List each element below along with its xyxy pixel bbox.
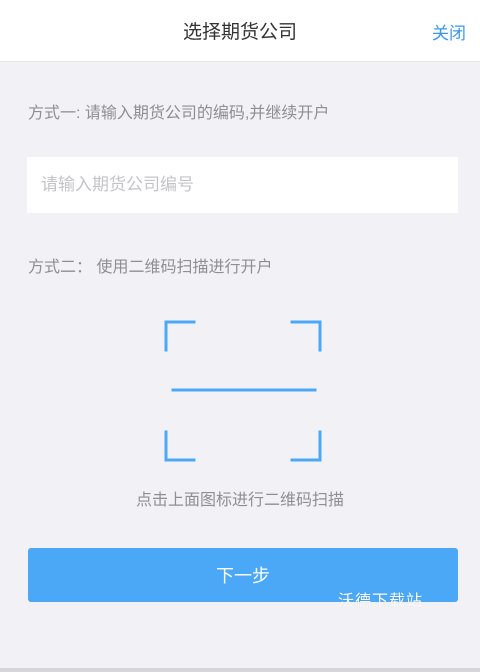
header-bar: 选择期货公司 关闭	[0, 0, 480, 62]
scan-corner-bottom-right	[290, 430, 322, 462]
method-two-label: 方式二： 使用二维码扫描进行开户	[28, 259, 273, 276]
watermark: 沃德下载站	[338, 593, 424, 610]
qr-scan-frame-icon	[164, 320, 322, 462]
scan-corner-top-left	[164, 320, 196, 352]
qr-scan-button[interactable]	[164, 320, 322, 462]
bottom-edge	[0, 668, 480, 672]
close-button[interactable]: 关闭	[432, 19, 466, 44]
scan-corner-bottom-left	[164, 430, 196, 462]
page-title: 选择期货公司	[182, 22, 297, 43]
scan-corner-top-right	[290, 320, 322, 352]
method-one-label: 方式一: 请输入期货公司的编码,并继续开户	[28, 105, 330, 122]
scan-hint: 点击上面图标进行二维码扫描	[135, 492, 344, 509]
company-code-input[interactable]	[27, 157, 458, 213]
